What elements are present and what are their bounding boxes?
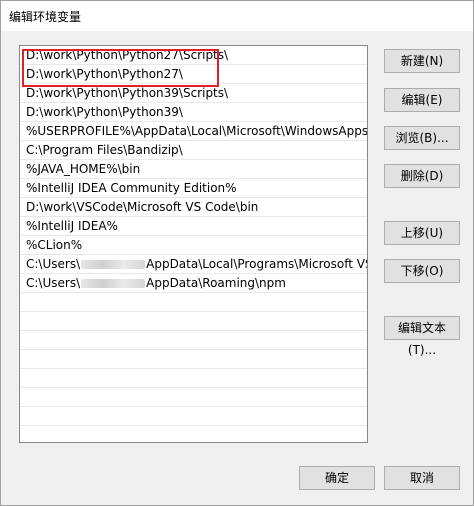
path-list[interactable]: D:\work\Python\Python27\Scripts\ D:\work… bbox=[19, 45, 368, 443]
list-item[interactable]: D:\work\VSCode\Microsoft VS Code\bin bbox=[20, 198, 367, 217]
edit-text-button[interactable]: 编辑文本(T)... bbox=[384, 316, 460, 357]
window-title: 编辑环境变量 bbox=[9, 10, 82, 24]
ok-button[interactable]: 确定 bbox=[299, 466, 375, 490]
list-item[interactable]: D:\work\Python\Python27\Scripts\ bbox=[20, 46, 367, 65]
list-item-text: %CLion% bbox=[26, 238, 83, 252]
empty-row[interactable] bbox=[20, 426, 367, 442]
list-item-prefix: C:\Users\ bbox=[26, 257, 81, 271]
list-item-text: D:\work\Python\Python27\ bbox=[26, 67, 183, 81]
empty-row[interactable] bbox=[20, 350, 367, 369]
list-item[interactable]: C:\Program Files\Bandizip\ bbox=[20, 141, 367, 160]
list-item[interactable]: D:\work\Python\Python39\Scripts\ bbox=[20, 84, 367, 103]
delete-button[interactable]: 删除(D) bbox=[384, 164, 460, 188]
empty-row[interactable] bbox=[20, 369, 367, 388]
redacted-username bbox=[81, 279, 146, 288]
list-item-text: C:\Program Files\Bandizip\ bbox=[26, 143, 183, 157]
move-up-button[interactable]: 上移(U) bbox=[384, 221, 460, 245]
list-item[interactable]: D:\work\Python\Python27\ bbox=[20, 65, 367, 84]
list-item-text: %IntelliJ IDEA% bbox=[26, 219, 118, 233]
list-item[interactable]: %CLion% bbox=[20, 236, 367, 255]
empty-row[interactable] bbox=[20, 388, 367, 407]
empty-row[interactable] bbox=[20, 293, 367, 312]
list-item[interactable]: %IntelliJ IDEA% bbox=[20, 217, 367, 236]
new-button[interactable]: 新建(N) bbox=[384, 49, 460, 73]
list-item-text: D:\work\Python\Python27\Scripts\ bbox=[26, 48, 229, 62]
list-item-text: D:\work\Python\Python39\ bbox=[26, 105, 183, 119]
list-item-text: D:\work\VSCode\Microsoft VS Code\bin bbox=[26, 200, 259, 214]
title-bar: 编辑环境变量 bbox=[1, 1, 473, 31]
list-item[interactable]: C:\Users\ AppData\Roaming\npm bbox=[20, 274, 367, 293]
list-item[interactable]: C:\Users\ AppData\Local\Programs\Microsof… bbox=[20, 255, 367, 274]
list-item[interactable]: %IntelliJ IDEA Community Edition% bbox=[20, 179, 367, 198]
browse-button[interactable]: 浏览(B)... bbox=[384, 126, 460, 150]
list-item-text: %JAVA_HOME%\bin bbox=[26, 162, 141, 176]
list-item[interactable]: %JAVA_HOME%\bin bbox=[20, 160, 367, 179]
list-item[interactable]: D:\work\Python\Python39\ bbox=[20, 103, 367, 122]
list-item-text: D:\work\Python\Python39\Scripts\ bbox=[26, 86, 229, 100]
edit-button[interactable]: 编辑(E) bbox=[384, 88, 460, 112]
list-item-suffix: AppData\Roaming\npm bbox=[146, 276, 286, 290]
list-item-suffix: AppData\Local\Programs\Microsoft VS bbox=[146, 257, 367, 271]
list-item-prefix: C:\Users\ bbox=[26, 276, 81, 290]
list-item[interactable]: %USERPROFILE%\AppData\Local\Microsoft\Wi… bbox=[20, 122, 367, 141]
redacted-username bbox=[81, 260, 146, 269]
empty-row[interactable] bbox=[20, 312, 367, 331]
empty-row[interactable] bbox=[20, 331, 367, 350]
list-item-text: %IntelliJ IDEA Community Edition% bbox=[26, 181, 237, 195]
cancel-button[interactable]: 取消 bbox=[384, 466, 460, 490]
move-down-button[interactable]: 下移(O) bbox=[384, 259, 460, 283]
edit-env-var-dialog: 编辑环境变量 D:\work\Python\Python27\Scripts\ … bbox=[0, 0, 474, 506]
empty-row[interactable] bbox=[20, 407, 367, 426]
list-item-text: %USERPROFILE%\AppData\Local\Microsoft\Wi… bbox=[26, 124, 367, 138]
